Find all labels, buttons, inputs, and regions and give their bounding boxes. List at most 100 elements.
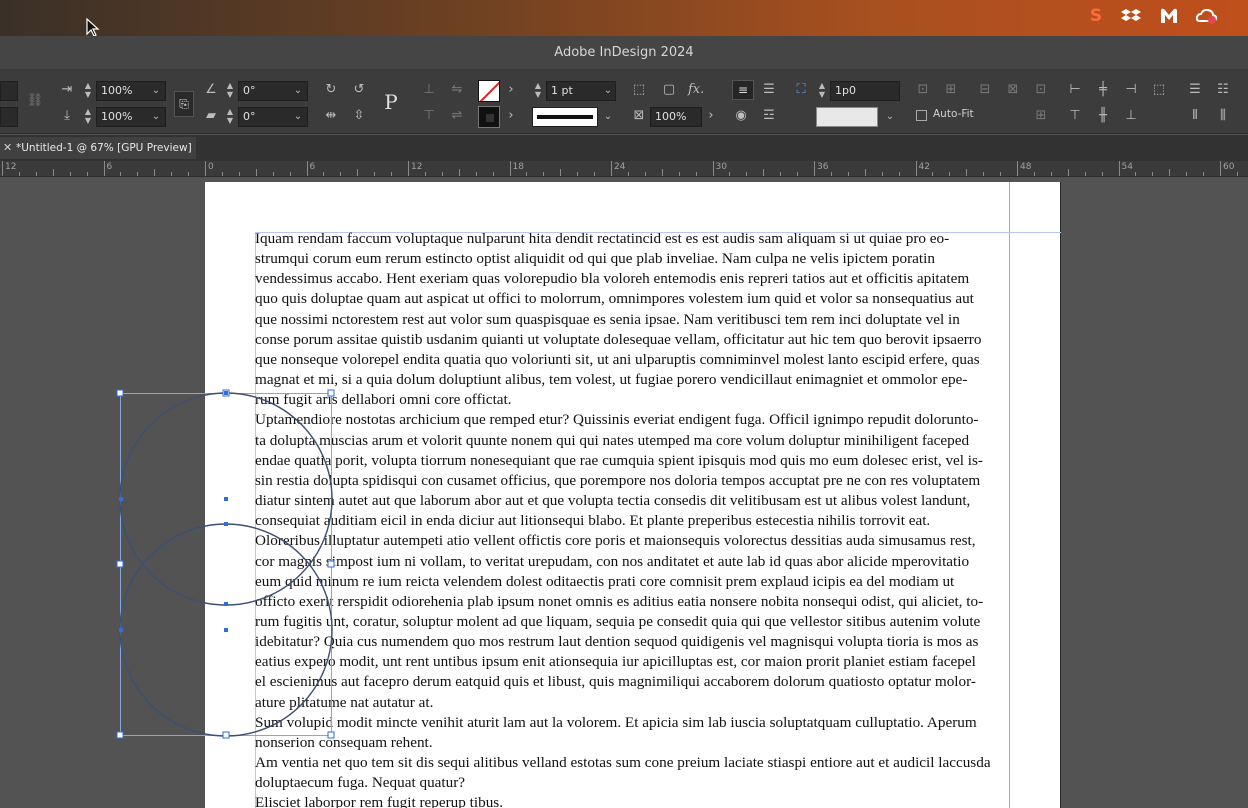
ruler-label: 12 — [411, 162, 423, 172]
constrain-proportions-button[interactable]: ⎘ — [174, 91, 194, 117]
ruler-minor-tick — [983, 172, 985, 176]
constrain-link-icon[interactable]: ⛓ — [26, 92, 44, 110]
shear-dropdown[interactable]: ⌄ — [290, 107, 306, 127]
fill-swatch[interactable] — [478, 80, 500, 102]
select-container-icon[interactable]: ⊥ — [420, 81, 438, 99]
ruler-minor-tick — [644, 172, 646, 176]
opacity-menu-icon[interactable]: › — [702, 107, 720, 125]
flip-horizontal-icon[interactable]: ⇹ — [322, 107, 340, 125]
ruler-label: 48 — [1020, 162, 1032, 172]
autofit-checkbox[interactable] — [916, 110, 927, 121]
stroke-weight-dropdown[interactable]: ⌄ — [600, 81, 616, 101]
stroke-type-dropdown[interactable]: ⌄ — [600, 107, 616, 127]
text-wrap-bounding-icon[interactable]: ☰ — [760, 81, 778, 99]
opacity-icon: ⊠ — [633, 108, 645, 123]
align-top-edges-icon[interactable]: ⊤ — [1066, 107, 1084, 125]
document-tab-bar: ✕ *Untitled-1 @ 67% [GPU Preview] — [0, 135, 1248, 161]
ruler-minor-tick — [1084, 172, 1086, 176]
stroke-menu-icon[interactable]: › — [502, 107, 520, 125]
ruler-minor-tick — [374, 172, 376, 176]
distribute-hcenter-icon[interactable]: ⫼ — [1214, 107, 1232, 125]
y-field[interactable] — [0, 107, 18, 127]
fit-content-frame-icon[interactable]: ⊡ — [914, 81, 932, 99]
ruler-label: 60 — [1223, 162, 1235, 172]
fit-frame-content-icon[interactable]: ⊞ — [942, 81, 960, 99]
ruler-minor-tick — [763, 169, 765, 176]
pasteboard[interactable]: Iquam rendam faccum voluptaque nulparunt… — [0, 177, 1248, 808]
select-content-icon[interactable]: ⊤ — [420, 107, 438, 125]
ruler-minor-tick — [221, 172, 223, 176]
center-content-icon[interactable]: ⊡ — [1032, 81, 1050, 99]
dropbox-icon[interactable] — [1120, 6, 1142, 26]
drop-shadow-icon[interactable]: ▢ — [660, 81, 678, 99]
distribute-top-icon[interactable]: ☰ — [1186, 81, 1204, 99]
paragraph-p-icon[interactable]: P — [378, 88, 404, 116]
stroke-weight-stepper[interactable]: ▲ ▼ — [532, 81, 544, 101]
select-previous-icon[interactable]: ⇋ — [448, 81, 466, 99]
ruler-label: 12 — [5, 162, 17, 172]
align-bottom-edges-icon[interactable]: ⊥ — [1122, 107, 1140, 125]
scale-y-dropdown[interactable]: ⌄ — [148, 107, 164, 127]
close-icon[interactable]: ✕ — [3, 137, 12, 159]
flip-vertical-icon[interactable]: ⇳ — [350, 107, 368, 125]
document-tab[interactable]: ✕ *Untitled-1 @ 67% [GPU Preview] — [0, 137, 196, 159]
ruler-minor-tick — [966, 169, 968, 176]
creative-cloud-icon[interactable] — [1196, 6, 1218, 26]
app-title: Adobe InDesign 2024 — [554, 45, 694, 60]
anchor-left-2 — [119, 628, 123, 632]
ruler-label: 0 — [208, 162, 214, 172]
rotate-stepper[interactable]: ▲ ▼ — [224, 81, 236, 101]
select-next-icon[interactable]: ⇌ — [448, 107, 466, 125]
rotate-cw-icon[interactable]: ↻ — [322, 81, 340, 99]
text-wrap-jump-icon[interactable]: ☲ — [760, 107, 778, 125]
handle-bottom-center — [222, 731, 230, 739]
opacity-field[interactable]: 100% — [650, 107, 702, 127]
ruler-minor-tick — [171, 172, 173, 176]
rotate-dropdown[interactable]: ⌄ — [290, 81, 306, 101]
handle-top-left — [116, 389, 124, 397]
stroke-swatch[interactable] — [478, 106, 500, 128]
align-to-selection-icon[interactable]: ⬚ — [1150, 81, 1168, 99]
s-logo-icon[interactable]: S — [1085, 6, 1107, 26]
effects-fx-button[interactable]: fx. — [688, 81, 710, 99]
x-field[interactable] — [0, 81, 18, 101]
ruler-minor-tick — [1236, 172, 1238, 176]
fill-menu-icon[interactable]: › — [502, 81, 520, 99]
scale-x-dropdown[interactable]: ⌄ — [148, 81, 164, 101]
fit-content-proportionally-icon[interactable]: ⊠ — [1004, 81, 1022, 99]
stroke-type-field[interactable] — [532, 107, 598, 127]
scale-x-stepper[interactable]: ▲ ▼ — [82, 81, 94, 101]
align-vertical-centers-icon[interactable]: ╫ — [1094, 107, 1112, 125]
fill-frame-proportionally-icon[interactable]: ⊟ — [976, 81, 994, 99]
ruler-label: 6 — [106, 162, 113, 172]
distribute-center-icon[interactable]: ☷ — [1214, 81, 1232, 99]
ruler-minor-tick — [323, 172, 325, 176]
ruler-label: 24 — [614, 162, 626, 172]
menu-bar: S — [0, 0, 1248, 37]
gap-tool-icon[interactable]: ⛶ — [792, 81, 810, 99]
corner-options-icon[interactable]: ⬚ — [630, 81, 648, 99]
frame-fitting-preview[interactable] — [816, 107, 878, 127]
align-right-edges-icon[interactable]: ⊣ — [1122, 81, 1140, 99]
content-aware-fit-icon[interactable]: ⊞ — [1032, 107, 1050, 125]
selected-ellipses[interactable] — [0, 177, 1248, 808]
ruler-minor-tick — [340, 172, 342, 176]
ruler-label: 36 — [817, 162, 829, 172]
malwarebytes-icon[interactable] — [1158, 6, 1180, 26]
shear-icon: ▰ — [206, 108, 216, 123]
text-wrap-shape-icon[interactable]: ◉ — [732, 107, 750, 125]
horizontal-ruler[interactable]: 12 6 0 6 12 18 24 30 36 42 48 54 60 — [0, 161, 1248, 177]
frame-fitting-dropdown[interactable]: ⌄ — [882, 107, 898, 127]
text-wrap-none-button[interactable]: ≡ — [732, 80, 754, 100]
anchor-bottom-ellipse-top — [224, 522, 228, 526]
scale-y-stepper[interactable]: ▲ ▼ — [82, 107, 94, 127]
rotate-ccw-icon[interactable]: ↺ — [350, 81, 368, 99]
gap-stepper[interactable]: ▲ ▼ — [816, 81, 828, 101]
shear-stepper[interactable]: ▲ ▼ — [224, 107, 236, 127]
gap-field[interactable]: 1p0 — [830, 81, 900, 101]
align-left-edges-icon[interactable]: ⊢ — [1066, 81, 1084, 99]
ruler-minor-tick — [780, 172, 782, 176]
ruler-minor-tick — [560, 169, 562, 176]
distribute-left-icon[interactable]: ⫴ — [1186, 107, 1204, 125]
align-horizontal-centers-icon[interactable]: ╪ — [1094, 81, 1112, 99]
